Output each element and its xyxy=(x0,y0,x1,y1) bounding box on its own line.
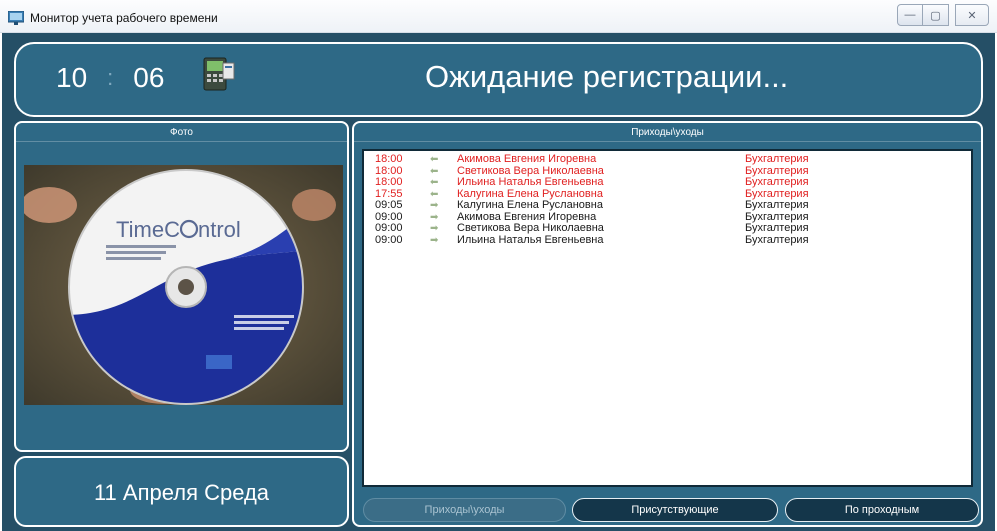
arrow-left-icon: ⬅ xyxy=(430,165,439,177)
employee-name: Ильина Наталья Евгеньевна xyxy=(457,176,604,188)
photo-panel-title: Фото xyxy=(16,123,347,142)
date-panel: 11 Апреля Среда xyxy=(14,456,349,527)
department: Бухгалтерия xyxy=(745,176,809,188)
list-item[interactable]: 09:00 ➡ Ильина Наталья Евгеньевна Бухгалтер… xyxy=(364,233,971,247)
window-title: Монитор учета рабочего времени xyxy=(30,11,218,25)
monitor-app-icon xyxy=(8,11,24,25)
tab-arrivals-departures[interactable]: Приходы\уходы xyxy=(363,498,566,522)
attendance-panel-title: Приходы\уходы xyxy=(354,123,981,142)
employee-name: Калугина Елена Руслановна xyxy=(457,199,603,211)
employee-name: Ильина Наталья Евгеньевна xyxy=(457,233,604,246)
status-message: Ожидание регистрации... xyxy=(425,59,789,94)
arrow-right-icon: ➡ xyxy=(430,234,439,246)
card-reader-icon xyxy=(203,57,235,91)
clock-separator: : xyxy=(107,65,114,90)
arrow-right-icon: ➡ xyxy=(430,223,439,234)
list-item[interactable]: 09:00 ➡ Светикова Вера Николаевна Бухгалтер… xyxy=(364,222,971,235)
employee-name: Акимова Евгения Игоревна xyxy=(457,153,597,165)
maximize-button[interactable]: ▢ xyxy=(923,4,949,26)
list-item[interactable]: 18:00 ⬅ Акимова Евгения Игоревна Бухгалтери… xyxy=(364,153,971,166)
tab-present[interactable]: Присутствующие xyxy=(572,498,778,522)
attendance-list[interactable]: 18:00 ⬅ Акимова Евгения Игоревна Бухгалтери… xyxy=(362,149,973,487)
photo-brand-text-end: ntrol xyxy=(198,217,241,242)
clock: 10 : 06 xyxy=(56,62,164,94)
employee-photo: TimeC ntrol xyxy=(24,165,343,405)
arrow-right-icon: ➡ xyxy=(430,211,439,223)
entry-time: 09:05 xyxy=(375,199,403,211)
department: Бухгалтерия xyxy=(745,233,809,246)
list-item[interactable]: 09:00 ➡ Акимова Евгения Игоревна Бухгалтери… xyxy=(364,211,971,224)
photo-panel: Фото TimeC ntrol xyxy=(14,121,349,452)
arrow-left-icon: ⬅ xyxy=(430,154,439,165)
header-panel: 10 : 06 Ожидание регистрации... xyxy=(14,42,983,117)
arrow-left-icon: ⬅ xyxy=(430,177,439,188)
department: Бухгалтерия xyxy=(745,199,809,211)
clock-minutes: 06 xyxy=(133,62,165,93)
entry-time: 09:00 xyxy=(375,222,403,234)
entry-time: 09:00 xyxy=(375,233,403,246)
list-item[interactable]: 09:05 ➡ Калугина Елена Руслановна Бухгалтер… xyxy=(364,199,971,212)
close-button[interactable]: ✕ xyxy=(955,4,989,26)
clock-hours: 10 xyxy=(56,62,88,93)
department: Бухгалтерия xyxy=(745,153,809,165)
entry-time: 18:00 xyxy=(375,153,403,165)
photo-brand-text: TimeC xyxy=(116,217,180,242)
arrow-right-icon: ➡ xyxy=(430,200,439,211)
window-titlebar: Монитор учета рабочего времени — ▢ ✕ xyxy=(0,0,997,33)
tab-by-checkpoints[interactable]: По проходным xyxy=(785,498,979,522)
entry-time: 18:00 xyxy=(375,176,403,188)
list-item[interactable]: 17:55 ⬅ Калугина Елена Руслановна Бухгалтер… xyxy=(364,188,971,201)
department: Бухгалтерия xyxy=(745,222,809,234)
attendance-panel: Приходы\уходы 18:00 ⬅ Акимова Евгения Игор… xyxy=(352,121,983,527)
list-item[interactable]: 18:00 ⬅ Светикова Вера Николаевна Бухгалтер… xyxy=(364,165,971,178)
current-date: 11 Апреля Среда xyxy=(93,480,270,505)
minimize-button[interactable]: — xyxy=(897,4,923,26)
employee-name: Светикова Вера Николаевна xyxy=(457,222,604,234)
arrow-left-icon: ⬅ xyxy=(430,188,439,200)
list-item[interactable]: 18:00 ⬅ Ильина Наталья Евгеньевна Бухгалтер… xyxy=(364,176,971,189)
